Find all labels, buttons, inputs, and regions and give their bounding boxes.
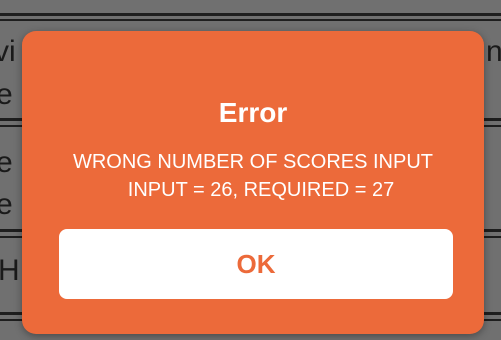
message-line: WRONG NUMBER OF SCORES INPUT [72,151,433,173]
dialog-message: WRONG NUMBER OF SCORES INPUT INPUT = 26,… [22,148,484,204]
background-text-fragment: H [0,254,20,287]
background-text-fragment: e [0,188,13,221]
background-text-fragment: vi [0,35,16,68]
message-line: INPUT = 26, REQUIRED = 27 [127,179,395,201]
dialog-title: Error [218,97,288,128]
background-text-fragment: n [486,35,501,68]
divider [0,13,501,16]
background-text-fragment: e [0,78,13,111]
background-text-fragment: e [0,146,13,179]
error-dialog: Error WRONG NUMBER OF SCORES INPUT INPUT… [22,31,484,334]
divider [0,19,501,21]
ok-button[interactable]: OK [59,229,453,299]
